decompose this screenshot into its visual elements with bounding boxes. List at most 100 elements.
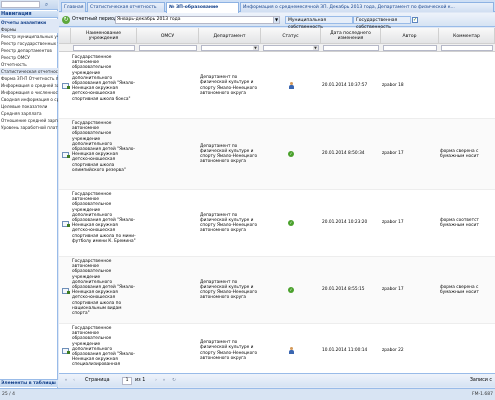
date-cell: 20.01.2014 8:50:34 — [322, 151, 365, 157]
author-cell: zpabor 17 — [382, 151, 404, 157]
edit-form-icon[interactable] — [62, 221, 70, 227]
omsu-cell — [137, 53, 199, 118]
edit-form-icon[interactable] — [62, 152, 70, 158]
page-count: из 1 — [135, 378, 146, 383]
filter-department[interactable]: ▼ — [201, 45, 259, 51]
filter-status[interactable]: ▼ — [263, 45, 319, 51]
approved-icon: ✓ — [288, 220, 294, 226]
sidebar-item[interactable]: Информация о средней зарплате — [0, 82, 58, 89]
approved-icon: ✓ — [288, 151, 294, 157]
sidebar-item[interactable]: Реестр департаментов — [0, 47, 58, 54]
filter-omsu[interactable] — [139, 45, 197, 51]
status-bar: 25 / 4 FM-1.687 — [0, 388, 495, 400]
institution-cell: Государственное автономное образовательн… — [72, 259, 135, 317]
comment-cell — [439, 324, 495, 373]
comment-cell: форма соответст бумажным носит — [440, 217, 479, 228]
chevron-down-icon[interactable]: ▼ — [273, 17, 279, 23]
table-row[interactable]: Государственное автономное образовательн… — [59, 257, 495, 324]
status-cell — [261, 324, 321, 373]
grid-header: Наименование учреждения ОМСУ Департамент… — [59, 28, 495, 44]
sidebar-item[interactable]: Уровень заработной платы — [0, 124, 58, 131]
sidebar-item[interactable]: Средняя зарплата — [0, 110, 58, 117]
department-cell: Департамент по физической культуре и спо… — [200, 143, 258, 165]
header-department[interactable]: Департамент — [199, 28, 261, 44]
table-row[interactable]: Государственное автономное образовательн… — [59, 324, 495, 373]
sidebar-item[interactable]: Отношение средней зарплаты — [0, 117, 58, 124]
sidebar-header: Навигация — [0, 11, 58, 18]
sidebar-item[interactable]: Реестр ОМСУ — [0, 54, 58, 61]
table-row[interactable]: Государственное автономное образовательн… — [59, 53, 495, 119]
user-icon — [288, 347, 295, 354]
grid-filter-row: ▼ ▼ — [59, 44, 495, 52]
records-info: Записи с — [469, 378, 492, 383]
header-icon-column — [59, 28, 71, 44]
filter-comment[interactable] — [441, 45, 493, 51]
tab-strip: Главная Статистическая отчетность № ЗП-о… — [59, 0, 495, 13]
refresh-icon[interactable]: ↻ — [62, 16, 70, 24]
sidebar-tree: Отчеты аналитики Формы Реестр муниципальны… — [0, 19, 58, 131]
department-cell: Департамент по физической культуре и спо… — [200, 75, 258, 96]
period-select[interactable]: Январь-декабрь 2013 года ▼ — [115, 16, 280, 24]
header-status[interactable]: Статус — [261, 28, 321, 44]
omsu-cell — [137, 324, 199, 373]
author-cell: zpabor 22 — [382, 347, 404, 353]
status-left: 25 / 4 — [2, 392, 15, 397]
date-cell: 20.01.2014 10:23:20 — [322, 220, 368, 226]
page-number-input[interactable]: 1 — [122, 377, 132, 385]
edit-form-icon[interactable] — [62, 83, 70, 89]
prev-page-icon[interactable]: ‹ — [71, 378, 77, 384]
table-row[interactable]: Государственное автономное образовательн… — [59, 190, 495, 257]
comment-cell: форма сверена с бумажным носит — [440, 284, 479, 295]
sidebar-item[interactable]: Целевые показатели — [0, 103, 58, 110]
comment-cell: форма сверена с бумажным носит — [440, 148, 479, 159]
status-cell: ✓ — [261, 257, 321, 323]
edit-form-icon[interactable] — [62, 348, 70, 354]
sidebar-search-input[interactable] — [1, 1, 40, 8]
status-cell: ✓ — [261, 119, 321, 189]
sidebar-item[interactable]: Формы — [0, 26, 58, 33]
header-author[interactable]: Автор — [381, 28, 439, 44]
edit-form-icon[interactable] — [62, 288, 70, 294]
institution-cell: Государственное автономное образовательн… — [72, 55, 135, 102]
tab-salary-info[interactable]: Информация о среднемесячной ЗП. Декабрь … — [240, 2, 494, 12]
expand-icon[interactable]: » — [49, 379, 57, 387]
header-comment[interactable]: Комментар — [439, 28, 495, 44]
search-icon[interactable]: ⌕ — [43, 1, 50, 8]
filter-author[interactable] — [383, 45, 437, 51]
tab-statistics[interactable]: Статистическая отчетность — [87, 2, 165, 12]
sidebar-item[interactable]: Информация о численности — [0, 89, 58, 96]
table-row[interactable]: Государственное автономное образовательн… — [59, 119, 495, 190]
department-cell: Департамент по физической культуре и спо… — [200, 212, 258, 234]
institution-cell: Государственное автономное образовательн… — [72, 192, 136, 244]
last-page-icon[interactable]: » — [161, 378, 167, 384]
first-page-icon[interactable]: « — [63, 378, 69, 384]
tab-zp-education[interactable]: № ЗП-образование — [166, 2, 239, 13]
pagination-bar: « ‹ Страница 1 из 1 › » ↻ Записи с — [59, 373, 495, 387]
header-omsu[interactable]: ОМСУ — [137, 28, 199, 44]
municipal-ownership-button[interactable]: Муниципальная собственность — [285, 16, 353, 30]
sidebar-item[interactable]: Сводная информация о средней — [0, 96, 58, 103]
sidebar-item[interactable]: Отчеты аналитики — [0, 19, 58, 26]
ownership-checkbox[interactable]: ✓ — [412, 17, 418, 23]
next-page-icon[interactable]: › — [153, 378, 159, 384]
page-label: Страница — [85, 378, 110, 383]
tab-home[interactable]: Главная — [61, 2, 86, 12]
state-ownership-button[interactable]: Государственная собственность — [353, 16, 411, 30]
date-cell: 10.01.2014 11:00:14 — [322, 347, 368, 353]
refresh-icon[interactable]: ↻ — [171, 378, 177, 384]
sidebar-item[interactable]: Статистическая отчетность — [0, 68, 58, 75]
sidebar-item[interactable]: Отчетность — [0, 61, 58, 68]
chevron-down-icon[interactable]: ▼ — [313, 46, 318, 50]
author-cell: zpabor 17 — [382, 220, 404, 226]
filter-date[interactable] — [323, 45, 379, 51]
department-cell: Департамент по физической культуре и спо… — [200, 340, 258, 361]
header-institution[interactable]: Наименование учреждения — [71, 28, 137, 44]
sidebar-item[interactable]: Реестр муниципальных учреждений — [0, 33, 58, 40]
filter-institution[interactable] — [73, 45, 135, 51]
navigation-sidebar: ⌕ Навигация Отчеты аналитики Формы Реестр … — [0, 0, 58, 400]
header-date[interactable]: Дата последнего изменения — [321, 28, 381, 44]
sidebar-item[interactable]: Форма ЗП-П Отчетность по категориям — [0, 75, 58, 82]
chevron-down-icon[interactable]: ▼ — [253, 46, 258, 50]
period-label: Отчетный период: — [72, 17, 119, 22]
sidebar-item[interactable]: Реестр государственных учреждений — [0, 40, 58, 47]
